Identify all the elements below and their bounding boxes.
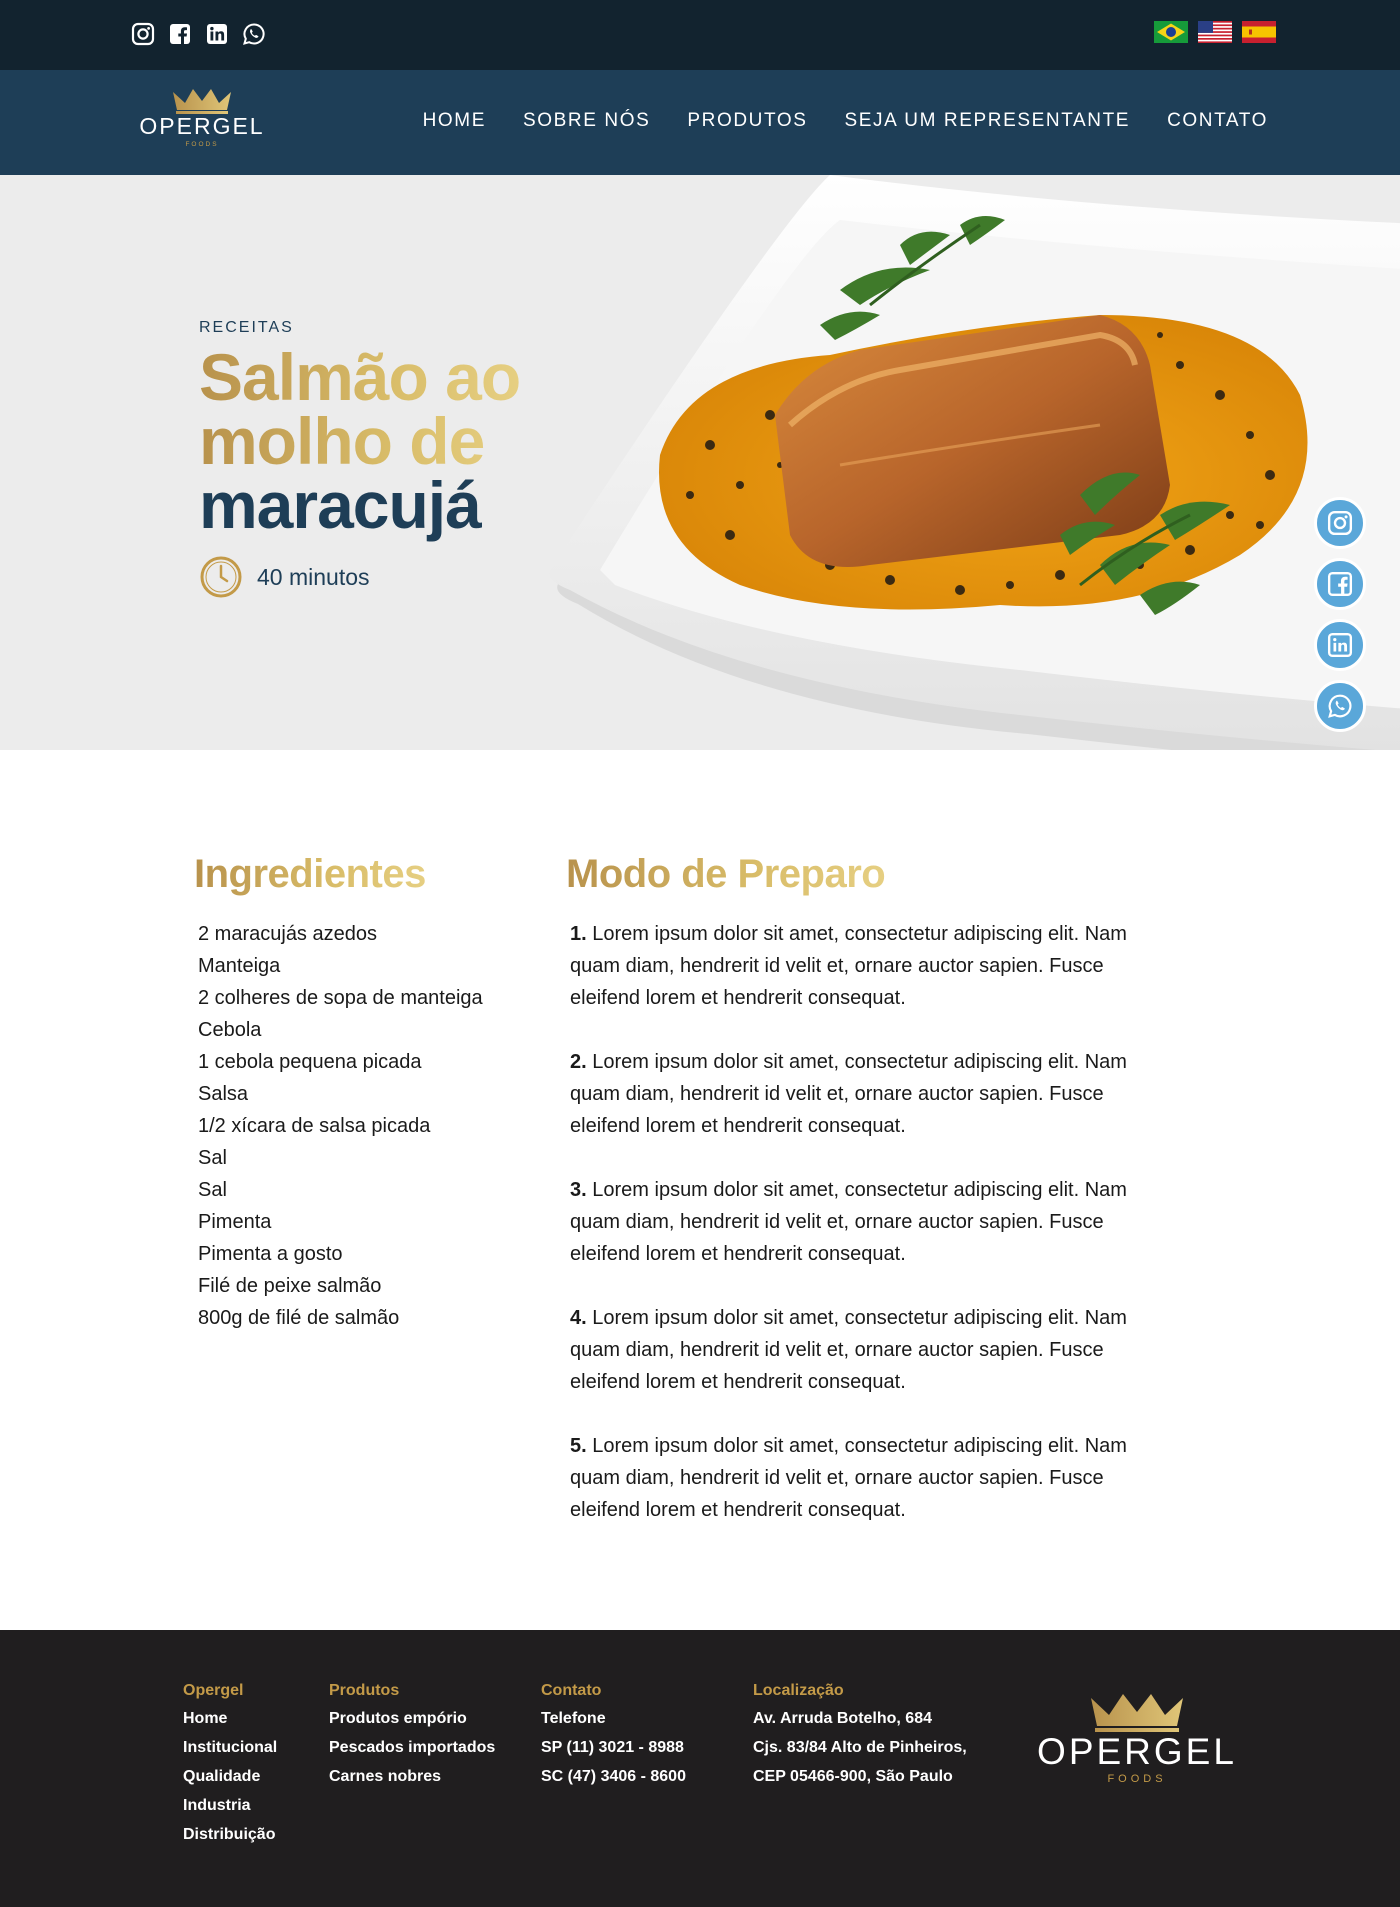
ingredient-item: Pimenta a gosto (198, 1243, 343, 1265)
step-number: 5. (570, 1435, 587, 1457)
footer-link-institucional[interactable]: Institucional (183, 1733, 277, 1762)
facebook-icon (1327, 571, 1353, 597)
recipe-title: Salmão ao molho de maracujá (199, 340, 521, 542)
ingredients-list: 2 maracujás azedos Manteiga 2 colheres d… (198, 918, 483, 1334)
preparation-step: 1. Lorem ipsum dolor sit amet, consectet… (570, 918, 1170, 1014)
brazil-flag-icon[interactable] (1154, 21, 1188, 43)
recipe-title-line-3: maracujá (199, 468, 482, 542)
ingredient-item: 800g de filé de salmão (198, 1307, 400, 1329)
nav-menu: HOME SOBRE NÓS PRODUTOS SEJA UM REPRESEN… (423, 110, 1268, 132)
ingredient-item: Sal (198, 1179, 227, 1201)
footer-link-carnes[interactable]: Carnes nobres (329, 1762, 495, 1791)
step-number: 3. (570, 1179, 587, 1201)
instagram-icon (1327, 510, 1353, 536)
step-text: Lorem ipsum dolor sit amet, consectetur … (570, 1435, 1127, 1521)
svg-text:OPERGEL: OPERGEL (1037, 1731, 1237, 1772)
nav-representative-link[interactable]: SEJA UM REPRESENTANTE (845, 110, 1131, 132)
step-number: 1. (570, 923, 587, 945)
linkedin-icon (1327, 632, 1353, 658)
ingredient-item: 2 colheres de sopa de manteiga (198, 987, 483, 1009)
nav-about-link[interactable]: SOBRE NÓS (523, 110, 650, 132)
footer-opergel-column: Opergel Home Institucional Qualidade Ind… (183, 1682, 277, 1849)
instagram-icon[interactable] (131, 22, 155, 46)
ingredients-heading: Ingredientes (194, 852, 426, 896)
linkedin-icon[interactable] (205, 22, 229, 46)
footer-phone-label: Telefone (541, 1710, 606, 1727)
footer-link-pescados[interactable]: Pescados importados (329, 1733, 495, 1762)
top-bar (0, 0, 1400, 70)
top-social-links (131, 22, 266, 46)
preparation-step: 4. Lorem ipsum dolor sit amet, consectet… (570, 1302, 1170, 1398)
preparation-step: 3. Lorem ipsum dolor sit amet, consectet… (570, 1174, 1170, 1270)
preparation-step: 2. Lorem ipsum dolor sit amet, consectet… (570, 1046, 1170, 1142)
footer-contato-heading: Contato (541, 1682, 602, 1699)
recipe-title-line-1: Salmão ao (199, 340, 521, 414)
svg-text:OPERGEL: OPERGEL (139, 113, 264, 139)
whatsapp-icon[interactable] (242, 22, 266, 46)
footer-opergel-heading: Opergel (183, 1682, 244, 1699)
footer-link-qualidade[interactable]: Qualidade (183, 1762, 277, 1791)
footer-localizacao-column: Localização Av. Arruda Botelho, 684 Cjs.… (753, 1682, 967, 1791)
step-text: Lorem ipsum dolor sit amet, consectetur … (570, 1307, 1127, 1393)
floating-whatsapp-button[interactable] (1314, 680, 1366, 732)
nav-contact-link[interactable]: CONTATO (1167, 110, 1268, 132)
usa-flag-icon[interactable] (1198, 21, 1232, 43)
svg-text:FOODS: FOODS (185, 141, 218, 148)
footer-phone-sp[interactable]: SP (11) 3021 - 8988 (541, 1733, 686, 1762)
preparation-heading: Modo de Preparo (566, 852, 886, 896)
main-navigation-bar: OPERGEL FOODS HOME SOBRE NÓS PRODUTOS SE… (0, 70, 1400, 175)
ingredient-item: 2 maracujás azedos (198, 923, 377, 945)
floating-social-bar (1314, 497, 1366, 732)
recipe-title-line-2: molho de (199, 408, 520, 474)
footer-contato-column: Contato Telefone SP (11) 3021 - 8988 SC … (541, 1682, 686, 1791)
footer-localizacao-heading: Localização (753, 1682, 844, 1699)
preparation-step: 5. Lorem ipsum dolor sit amet, consectet… (570, 1430, 1170, 1526)
salmon-dish-image (549, 175, 1400, 750)
opergel-logo[interactable]: OPERGEL FOODS (131, 86, 273, 156)
floating-facebook-button[interactable] (1314, 558, 1366, 610)
language-selector (1154, 21, 1276, 43)
floating-linkedin-button[interactable] (1314, 619, 1366, 671)
step-text: Lorem ipsum dolor sit amet, consectetur … (570, 1179, 1127, 1265)
nav-products-link[interactable]: PRODUTOS (687, 110, 807, 132)
step-text: Lorem ipsum dolor sit amet, consectetur … (570, 923, 1127, 1009)
step-number: 2. (570, 1051, 587, 1073)
footer-produtos-column: Produtos Produtos empório Pescados impor… (329, 1682, 495, 1791)
clock-icon (200, 556, 242, 598)
whatsapp-icon (1328, 694, 1352, 718)
ingredient-item: Pimenta (198, 1211, 272, 1233)
svg-text:FOODS: FOODS (1107, 1773, 1166, 1785)
recipe-hero: RECEITAS Salmão ao molho de maracujá 40 … (0, 175, 1400, 750)
footer-produtos-heading: Produtos (329, 1682, 400, 1699)
ingredient-item: Sal (198, 1147, 227, 1169)
footer-address-line: Cjs. 83/84 Alto de Pinheiros, (753, 1739, 967, 1756)
ingredient-item: Salsa (198, 1083, 249, 1105)
footer-address-line: CEP 05466-900, São Paulo (753, 1768, 953, 1785)
footer-link-industria[interactable]: Industria (183, 1791, 277, 1820)
ingredient-item: Cebola (198, 1019, 262, 1041)
step-number: 4. (570, 1307, 587, 1329)
footer-address-line: Av. Arruda Botelho, 684 (753, 1710, 932, 1727)
nav-home-link[interactable]: HOME (423, 110, 486, 132)
recipe-intro: RECEITAS Salmão ao molho de maracujá 40 … (199, 319, 521, 599)
footer-phone-sc[interactable]: SC (47) 3406 - 8600 (541, 1762, 686, 1791)
recipe-category-label: RECEITAS (199, 319, 294, 336)
spain-flag-icon[interactable] (1242, 21, 1276, 43)
ingredient-item: 1/2 xícara de salsa picada (198, 1115, 431, 1137)
floating-instagram-button[interactable] (1314, 497, 1366, 549)
facebook-icon[interactable] (168, 22, 192, 46)
step-text: Lorem ipsum dolor sit amet, consectetur … (570, 1051, 1127, 1137)
preparation-steps: 1. Lorem ipsum dolor sit amet, consectet… (570, 918, 1170, 1558)
footer-link-emporio[interactable]: Produtos empório (329, 1704, 495, 1733)
ingredient-item: Manteiga (198, 955, 281, 977)
prep-time: 40 minutos (199, 555, 520, 599)
ingredient-item: 1 cebola pequena picada (198, 1051, 422, 1073)
opergel-footer-logo[interactable]: OPERGEL FOODS (1025, 1688, 1250, 1788)
ingredient-item: Filé de peixe salmão (198, 1275, 382, 1297)
prep-time-value: 40 minutos (257, 563, 370, 590)
footer-link-home[interactable]: Home (183, 1704, 277, 1733)
footer-link-distribuicao[interactable]: Distribuição (183, 1820, 277, 1849)
site-footer: Opergel Home Institucional Qualidade Ind… (0, 1630, 1400, 1907)
